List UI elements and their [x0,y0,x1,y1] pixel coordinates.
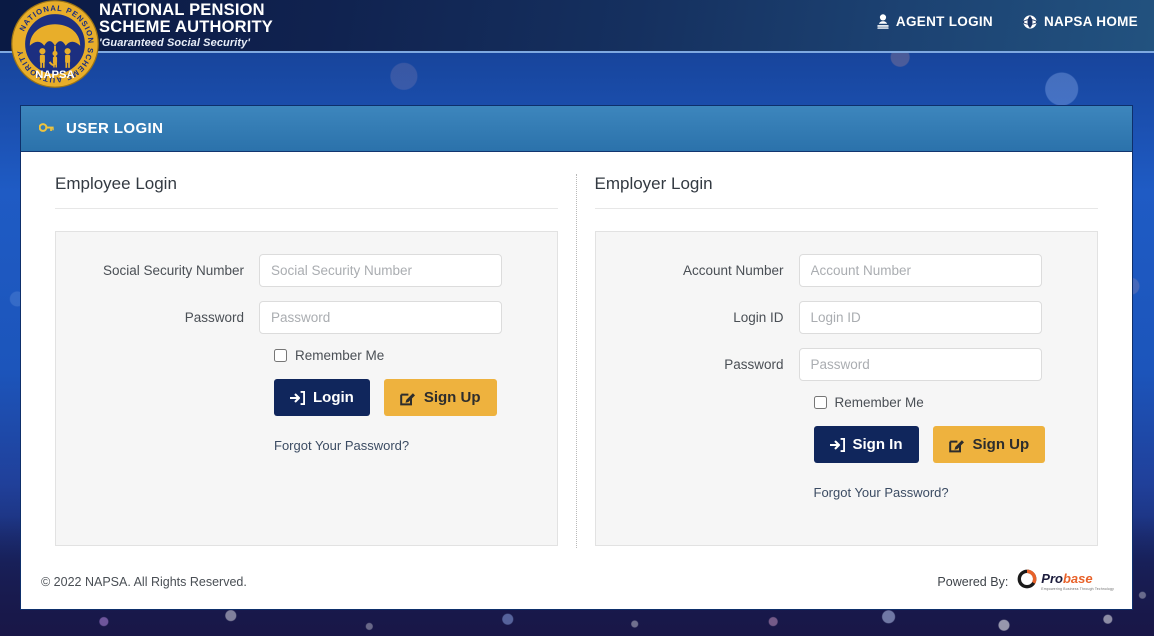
nav-napsa-home[interactable]: NAPSA HOME [1022,14,1138,29]
user-icon [877,14,889,29]
svg-text:NAPSA: NAPSA [35,69,74,81]
brand-tagline: 'Guaranteed Social Security' [99,36,251,49]
employee-login-column: Employee Login Social Security Number Pa… [37,174,577,548]
employee-actions: Remember Me Login Sign Up Forgot Your Pa… [259,348,539,455]
employee-login-button-label: Login [313,389,354,406]
employer-signup-button[interactable]: Sign Up [932,426,1046,463]
probase-tagline: Empowering Business Through Technology [1041,587,1114,592]
pencil-square-icon [948,437,965,453]
globe-icon [1022,14,1037,29]
employee-ssn-label: Social Security Number [102,263,244,278]
employer-remember-checkbox[interactable] [813,396,827,409]
card-body: Employee Login Social Security Number Pa… [21,152,1132,558]
brand-title: NATIONAL PENSION SCHEME AUTHORITY 'Guara… [99,1,274,50]
page-background: NATIONAL PENSION SCHEME AUTHORITY 'Guara… [0,0,1154,636]
employee-ssn-input[interactable] [259,254,502,287]
copyright-text: © 2022 NAPSA. All Rights Reserved. [41,574,247,589]
employer-signin-button[interactable]: Sign In [813,426,919,463]
powered-by: Powered By: Probase Empowering Business … [937,568,1114,595]
employee-signup-button[interactable]: Sign Up [383,379,497,416]
employee-password-label: Password [184,310,244,325]
employee-password-row: Password [74,301,539,334]
employee-form-panel: Social Security Number Password Remember… [55,231,558,546]
top-navigation: AGENT LOGIN NAPSA HOME [877,14,1138,29]
employee-remember-me[interactable]: Remember Me [274,348,539,363]
sign-in-icon [290,390,305,405]
login-card: USER LOGIN Employee Login Social Securit… [20,105,1133,610]
employer-button-row: Sign In Sign Up [813,426,1080,463]
brand-line-1: NATIONAL PENSION [99,1,265,19]
employer-loginid-input[interactable] [798,301,1042,334]
employer-forgot-password-link[interactable]: Forgot Your Password? [814,485,949,500]
employee-button-row: Login Sign Up [274,379,539,416]
nav-agent-login[interactable]: AGENT LOGIN [877,14,993,29]
employer-account-row: Account Number [614,254,1080,287]
employee-section-title: Employee Login [55,174,558,209]
nav-agent-login-label: AGENT LOGIN [895,14,993,29]
employer-loginid-label: Login ID [733,310,784,325]
card-title: USER LOGIN [66,120,164,137]
employer-account-label: Account Number [682,263,784,278]
employer-section-title: Employer Login [594,174,1098,209]
employee-remember-label[interactable]: Remember Me [295,348,384,363]
employer-actions: Remember Me Sign In Sign Up Forgot Your … [799,395,1080,502]
employer-signin-button-label: Sign In [852,436,903,453]
employer-password-label: Password [724,357,784,372]
probase-name-part2: base [1062,571,1093,587]
key-icon [38,120,54,138]
employer-form-panel: Account Number Login ID Password [594,231,1098,546]
card-header: USER LOGIN [21,106,1132,152]
employer-password-row: Password [614,348,1080,381]
probase-logo[interactable]: Probase Empowering Business Through Tech… [1016,568,1114,595]
employer-account-input[interactable] [798,254,1042,287]
card-footer: © 2022 NAPSA. All Rights Reserved. Power… [21,558,1132,609]
employee-password-input[interactable] [259,301,502,334]
brand-line-2: SCHEME AUTHORITY [99,18,274,37]
napsa-logo[interactable]: NATIONAL PENSION SCHEME AUTHORITY NAPSA [10,0,100,89]
powered-by-label: Powered By: [937,574,1009,589]
sign-in-icon [829,437,845,452]
probase-name-part1: Pro [1041,571,1063,587]
employee-remember-checkbox[interactable] [274,349,287,362]
employer-signup-button-label: Sign Up [972,436,1030,453]
employer-loginid-row: Login ID [614,301,1080,334]
employee-forgot-password-link[interactable]: Forgot Your Password? [274,438,409,453]
employee-ssn-row: Social Security Number [74,254,539,287]
employer-remember-me[interactable]: Remember Me [813,395,1080,410]
employee-login-button[interactable]: Login [274,379,370,416]
nav-napsa-home-label: NAPSA HOME [1043,14,1138,29]
probase-ring-icon [1016,568,1038,595]
employer-remember-label[interactable]: Remember Me [835,395,924,410]
pencil-square-icon [400,390,416,406]
employer-login-column: Employer Login Account Number Login ID P… [577,174,1117,548]
employer-password-input[interactable] [798,348,1042,381]
employee-signup-button-label: Sign Up [423,389,481,406]
site-header: NATIONAL PENSION SCHEME AUTHORITY 'Guara… [0,0,1154,53]
probase-wordmark: Probase Empowering Business Through Tech… [1041,571,1114,591]
